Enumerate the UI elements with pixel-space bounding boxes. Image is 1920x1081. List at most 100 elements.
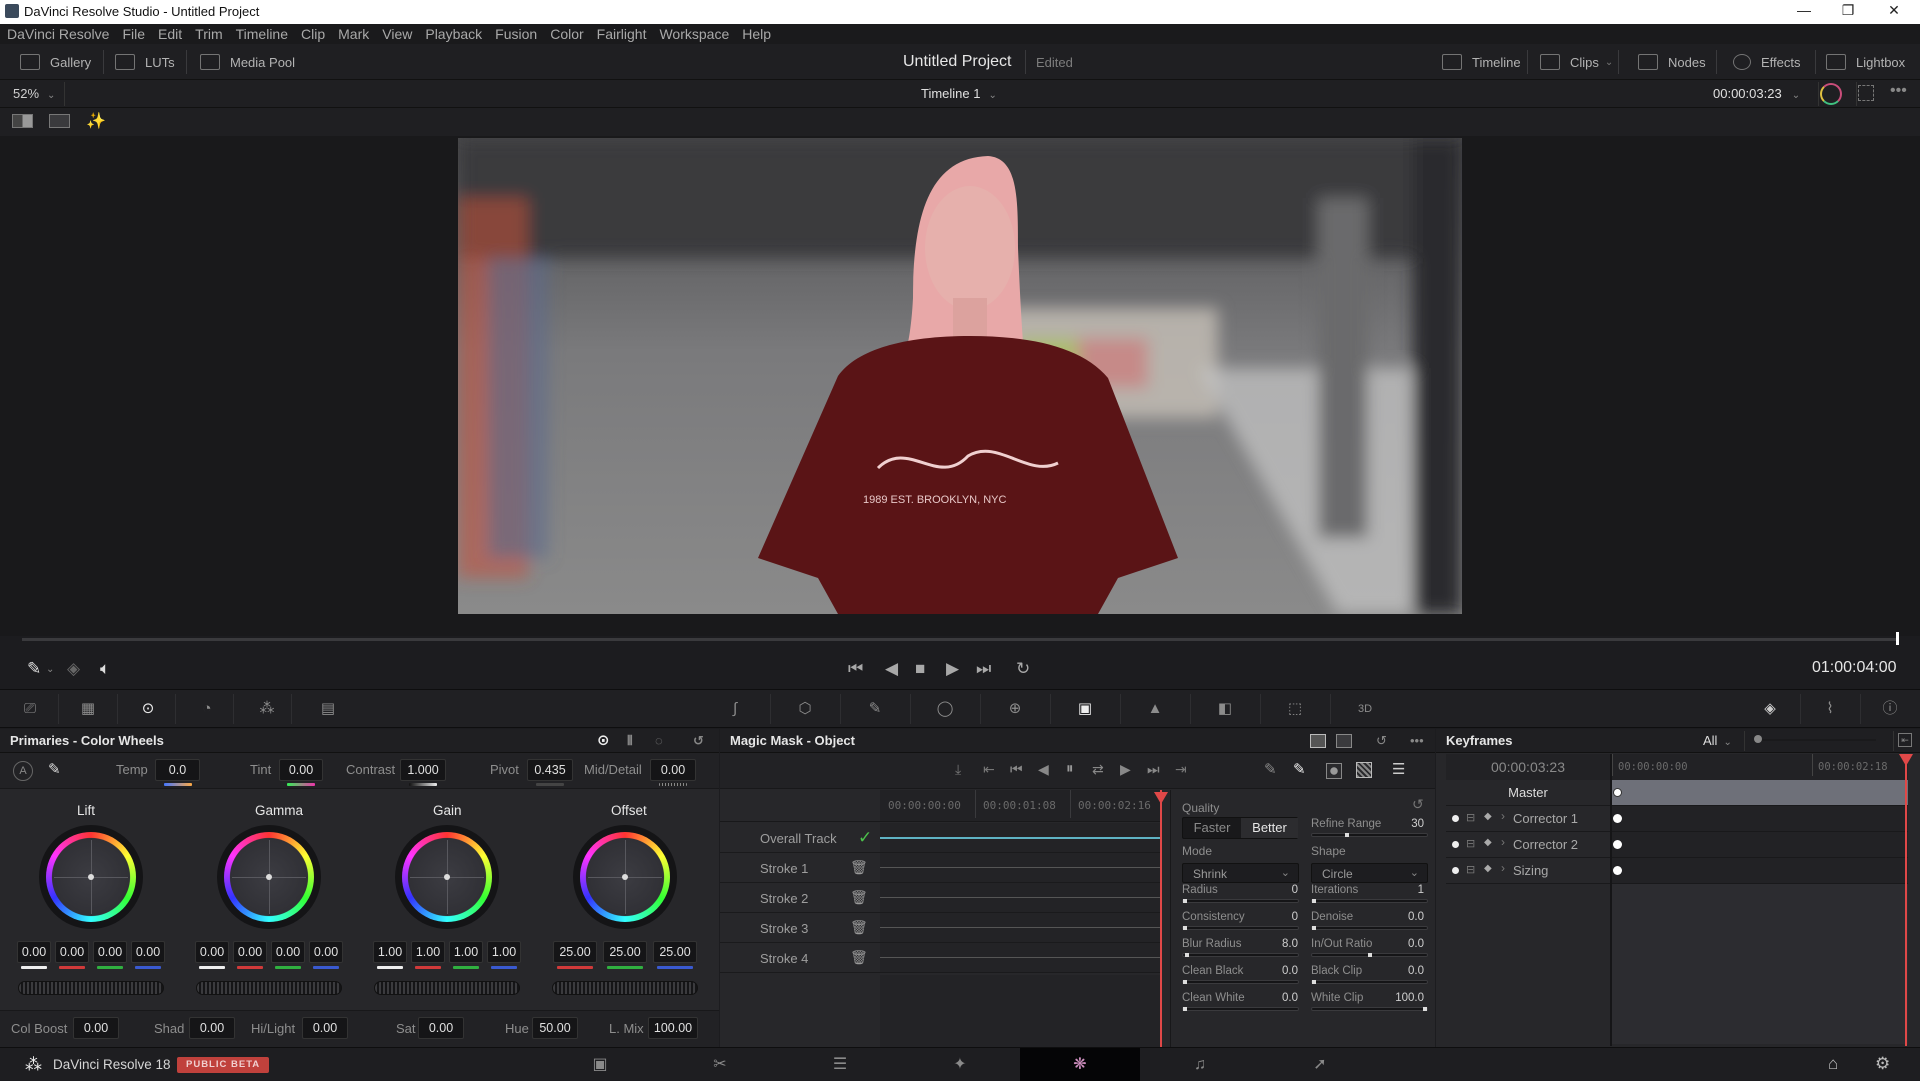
- bars-mode-icon[interactable]: ⦀: [627, 729, 633, 753]
- hilight-input[interactable]: 0.00: [302, 1017, 348, 1039]
- keyframe-track-row[interactable]: ⊟ ◆ › Sizing: [1446, 858, 1610, 884]
- viewer-scrubber[interactable]: [22, 638, 1898, 641]
- gamma-value-3[interactable]: 0.00: [309, 941, 343, 963]
- iterations-slider-handle[interactable]: [1312, 899, 1316, 903]
- keyframes-ruler[interactable]: 00:00:00:00 00:00:02:18: [1612, 754, 1908, 780]
- 3d-icon[interactable]: 3D: [1355, 700, 1375, 718]
- gain-value-0[interactable]: 1.00: [373, 941, 407, 963]
- kf-playhead-handle[interactable]: [1899, 754, 1913, 766]
- track-row[interactable]: Stroke 4 🗑︎: [720, 943, 880, 973]
- clips-button[interactable]: Clips ⌄: [1540, 52, 1613, 72]
- settings-gear-icon[interactable]: ⚙: [1875, 1054, 1890, 1074]
- track-lane[interactable]: [880, 853, 1162, 883]
- gamma-color-wheel[interactable]: [224, 832, 314, 922]
- zoom-level-dropdown[interactable]: 52% ⌄: [13, 86, 55, 101]
- mid-detail-slider[interactable]: [659, 783, 687, 786]
- track-to-in-icon[interactable]: ⇤: [983, 761, 995, 778]
- pivot-input[interactable]: 0.435: [527, 759, 573, 781]
- delete-stroke-icon[interactable]: 🗑︎: [850, 949, 868, 966]
- blur-radius-slider[interactable]: [1182, 953, 1299, 957]
- keyframe-lane[interactable]: [1612, 858, 1908, 884]
- page-fusion-button[interactable]: ✦: [900, 1048, 1020, 1081]
- shad-input[interactable]: 0.00: [189, 1017, 235, 1039]
- menu-edit[interactable]: Edit: [158, 26, 182, 42]
- gamma-wheel-handle[interactable]: [266, 874, 272, 880]
- lift-wheel-handle[interactable]: [88, 874, 94, 880]
- nodes-button[interactable]: Nodes: [1638, 52, 1706, 72]
- radius-slider[interactable]: [1182, 899, 1299, 903]
- timeline-button[interactable]: Timeline: [1442, 52, 1521, 72]
- curves-icon[interactable]: ∫: [725, 700, 745, 718]
- track-to-end-icon[interactable]: ⏭: [1147, 761, 1160, 778]
- minimize-button[interactable]: —: [1784, 2, 1824, 22]
- blur-icon[interactable]: ▲: [1145, 700, 1165, 718]
- delete-stroke-icon[interactable]: 🗑︎: [850, 889, 868, 906]
- mm-playhead-handle[interactable]: [1154, 792, 1168, 804]
- lift-color-wheel[interactable]: [46, 832, 136, 922]
- play-reverse-icon[interactable]: ◀: [885, 659, 898, 679]
- track-row[interactable]: Stroke 3 🗑︎: [720, 913, 880, 943]
- home-icon[interactable]: ⌂: [1828, 1054, 1838, 1074]
- collapse-panel-icon[interactable]: ⇤: [1898, 733, 1912, 747]
- gain-wheel-handle[interactable]: [444, 874, 450, 880]
- clean-black-slider[interactable]: [1182, 980, 1299, 984]
- track-reverse-icon[interactable]: ◀: [1038, 761, 1049, 778]
- quality-better-button[interactable]: Better: [1241, 818, 1298, 838]
- mode-dropdown[interactable]: Shrink ⌄: [1182, 863, 1299, 883]
- scrubber-playhead[interactable]: [1896, 632, 1899, 646]
- sizing-icon[interactable]: ⬚: [1285, 700, 1305, 718]
- menu-trim[interactable]: Trim: [195, 26, 222, 42]
- layers-icon[interactable]: ◈: [67, 659, 80, 679]
- keyframes-icon[interactable]: ◈: [1760, 700, 1780, 718]
- page-deliver-button[interactable]: ➚: [1260, 1048, 1380, 1081]
- temp-input[interactable]: 0.0: [155, 759, 200, 781]
- tint-input[interactable]: 0.00: [279, 759, 323, 781]
- gain-master-wheel[interactable]: [374, 981, 520, 995]
- keyframe-track-row[interactable]: ⊟ ◆ › Corrector 1: [1446, 806, 1610, 832]
- track-lane[interactable]: [880, 823, 1162, 853]
- in-out-ratio-slider[interactable]: [1311, 953, 1428, 957]
- keyframe-lane[interactable]: [1612, 780, 1908, 806]
- page-edit-button[interactable]: ☰: [780, 1048, 900, 1081]
- auto-balance-icon[interactable]: A: [13, 761, 33, 781]
- black-clip-slider-handle[interactable]: [1312, 980, 1316, 984]
- iterations-slider[interactable]: [1311, 899, 1428, 903]
- chevron-right-icon[interactable]: ›: [1501, 861, 1505, 875]
- keyframe-zoom-slider[interactable]: [1756, 739, 1876, 741]
- color-match-icon[interactable]: ▦: [78, 700, 98, 718]
- in-out-ratio-slider-handle[interactable]: [1368, 953, 1372, 957]
- kf-playhead[interactable]: [1905, 754, 1907, 1046]
- chevron-down-icon[interactable]: ⌄: [46, 664, 54, 675]
- consistency-slider[interactable]: [1182, 926, 1299, 930]
- grid-view-icon[interactable]: [49, 114, 70, 128]
- track-row[interactable]: Stroke 2 🗑︎: [720, 883, 880, 913]
- split-screen-icon[interactable]: [12, 114, 33, 128]
- enable-dot-icon[interactable]: [1452, 867, 1459, 874]
- col-boost-input[interactable]: 0.00: [73, 1017, 119, 1039]
- black-clip-slider[interactable]: [1311, 980, 1428, 984]
- track-row[interactable]: Overall Track ✓: [720, 823, 880, 853]
- gamma-value-0[interactable]: 0.00: [195, 941, 229, 963]
- lift-value-0[interactable]: 0.00: [17, 941, 51, 963]
- hdr-wheels-icon[interactable]: ◔: [197, 700, 217, 718]
- scopes-icon[interactable]: ⌇: [1820, 700, 1840, 718]
- effects-button[interactable]: Effects: [1733, 52, 1801, 72]
- qualifier-icon[interactable]: ✎: [865, 700, 885, 718]
- lock-icon[interactable]: ⊟: [1466, 837, 1475, 850]
- refine-range-slider-handle[interactable]: [1345, 833, 1349, 837]
- luts-button[interactable]: LUTs: [115, 52, 175, 72]
- gain-value-1[interactable]: 1.00: [411, 941, 445, 963]
- log-mode-icon[interactable]: ◌: [655, 729, 663, 753]
- sat-input[interactable]: 0.00: [418, 1017, 464, 1039]
- denoise-slider[interactable]: [1311, 926, 1428, 930]
- offset-color-wheel[interactable]: [580, 832, 670, 922]
- gain-value-3[interactable]: 1.00: [487, 941, 521, 963]
- l-mix-input[interactable]: 100.00: [648, 1017, 698, 1039]
- keyframe-lane[interactable]: [1612, 832, 1908, 858]
- keyframe-marker[interactable]: [1613, 814, 1622, 823]
- track-lane[interactable]: [880, 883, 1162, 913]
- menu-davinci-resolve[interactable]: DaVinci Resolve: [7, 26, 109, 42]
- white-balance-picker-icon[interactable]: ✎: [48, 760, 61, 778]
- window-icon[interactable]: ◯: [935, 700, 955, 718]
- enable-dot-icon[interactable]: [1452, 815, 1459, 822]
